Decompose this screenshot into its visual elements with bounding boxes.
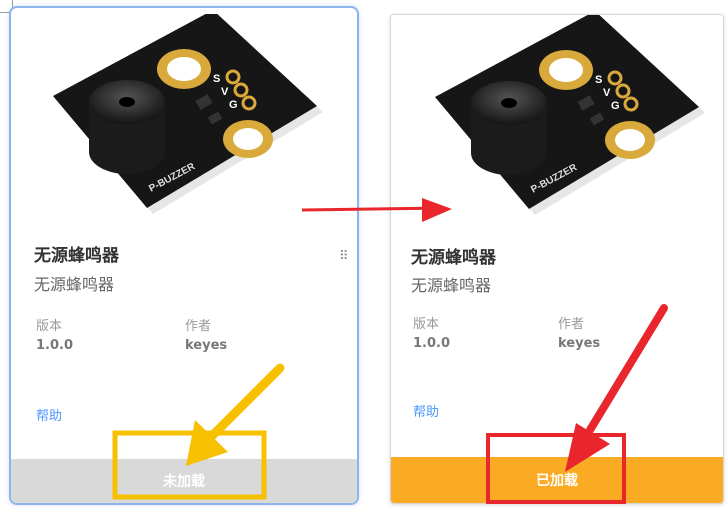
load-status-button[interactable]: 已加载 <box>391 457 723 503</box>
pin-label-v: V <box>221 86 229 98</box>
version-value: 1.0.0 <box>413 336 451 351</box>
load-status-button[interactable]: 未加载 <box>11 459 357 503</box>
version-value: 1.0.0 <box>36 338 74 353</box>
version-label: 版本 <box>413 317 440 332</box>
buzzer-module-image: S V G P-BUZZER <box>435 15 705 215</box>
author-label: 作者 <box>185 319 212 334</box>
extension-card-unloaded[interactable]: S V G P-BUZZER 无源蜂鸣器 无源蜂鸣器 ⠿ 版本 1.0.0 作者… <box>9 6 359 505</box>
pin-label-v: V <box>603 87 611 99</box>
help-link[interactable]: 帮助 <box>36 405 62 424</box>
load-status-label: 已加载 <box>536 473 578 489</box>
extension-subtitle: 无源蜂鸣器 <box>34 275 115 294</box>
extension-subtitle: 无源蜂鸣器 <box>411 276 492 295</box>
pin-label-g: G <box>611 100 620 112</box>
version-label: 版本 <box>36 319 63 334</box>
extension-title: 无源蜂鸣器 <box>411 248 496 268</box>
pin-label-s: S <box>595 74 602 86</box>
help-link[interactable]: 帮助 <box>413 401 439 420</box>
extension-title: 无源蜂鸣器 <box>34 246 119 266</box>
pin-label-s: S <box>213 73 220 85</box>
author-value: keyes <box>185 338 228 353</box>
load-status-label: 未加载 <box>163 474 205 490</box>
author-label: 作者 <box>558 317 585 332</box>
buzzer-module-image: S V G P-BUZZER <box>53 14 323 214</box>
drag-handle-icon[interactable]: ⠿ <box>339 250 350 263</box>
author-value: keyes <box>558 336 601 351</box>
pin-label-g: G <box>229 99 238 111</box>
extension-card-loaded[interactable]: S V G P-BUZZER 无源蜂鸣器 无源蜂鸣器 版本 1.0.0 作者 k… <box>390 14 724 504</box>
